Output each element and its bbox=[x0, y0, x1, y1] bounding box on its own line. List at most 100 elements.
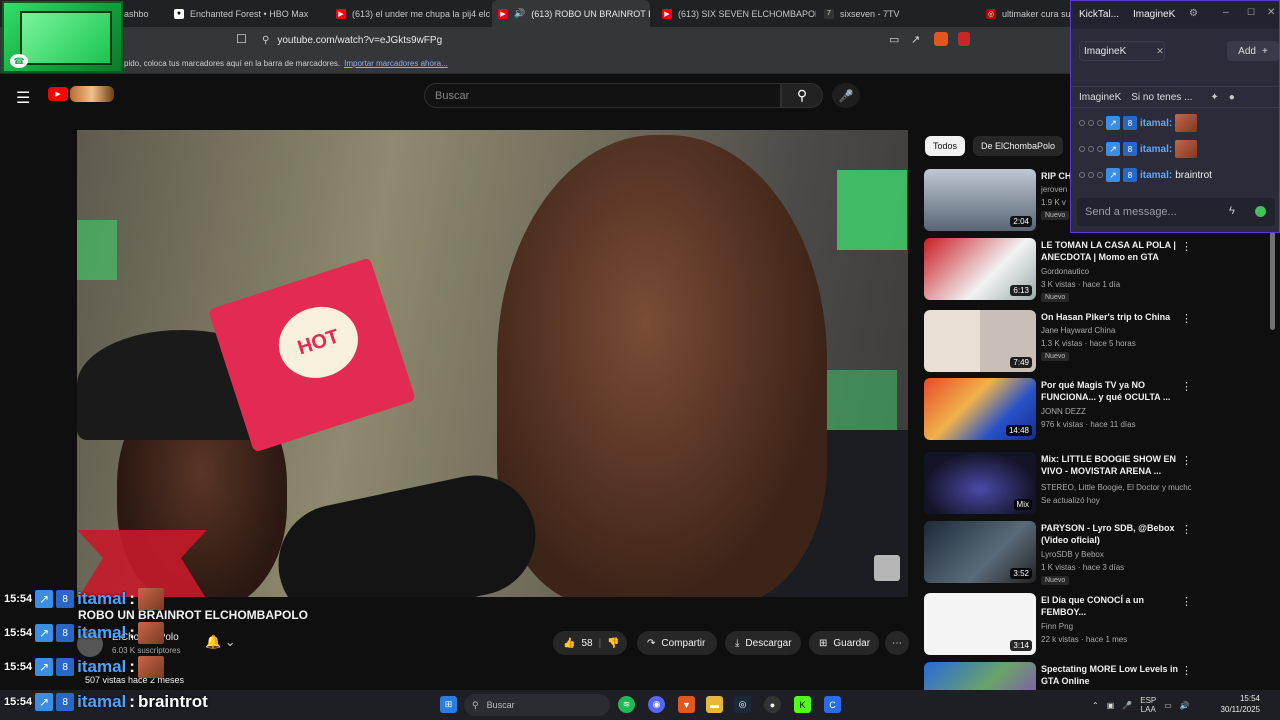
pin-icon[interactable]: ✦ bbox=[1210, 92, 1218, 103]
sub-badge-icon: 8 bbox=[1123, 168, 1137, 182]
windows-start-icon[interactable]: ⊞ bbox=[440, 696, 457, 713]
thumbnail[interactable]: 3:14 bbox=[924, 593, 1036, 655]
chevron-up-icon[interactable]: ⌃ bbox=[1092, 701, 1099, 710]
close-icon[interactable]: ✕ bbox=[1267, 7, 1275, 18]
thumbnail[interactable]: Mix bbox=[924, 452, 1036, 514]
bookmark-icon[interactable]: ☐ bbox=[236, 32, 247, 46]
chip-all[interactable]: Todos bbox=[925, 136, 966, 156]
tab-2[interactable]: ▶ (613) el under me chupa la pij4 elch bbox=[330, 0, 490, 27]
menu-icon[interactable]: ☰ bbox=[16, 88, 30, 108]
timeout-icon[interactable] bbox=[1088, 172, 1094, 178]
thumbnail[interactable] bbox=[924, 662, 1036, 690]
more-options-icon[interactable]: ⋮ bbox=[1181, 664, 1192, 677]
more-options-icon[interactable]: ⋮ bbox=[1181, 454, 1192, 467]
search-input[interactable]: Buscar bbox=[424, 83, 781, 108]
timeout-icon[interactable] bbox=[1088, 146, 1094, 152]
volume-icon[interactable]: 🔊 bbox=[1180, 701, 1190, 710]
timeout-icon[interactable] bbox=[1088, 120, 1094, 126]
tab-3-active[interactable]: ▶🔊(613) ROBO UN BRAINROT E✕ bbox=[492, 0, 650, 27]
taskbar-search[interactable]: ⚲ Buscar bbox=[464, 694, 610, 716]
emote-picker-icon[interactable] bbox=[1255, 206, 1266, 217]
chat-subheader: ImagineK Si no tenes ... ✦ ● bbox=[1071, 86, 1279, 108]
recommendation-item[interactable]: 7:49 On Hasan Piker's trip to China Jane… bbox=[924, 310, 1194, 372]
video-player[interactable]: HOT bbox=[77, 130, 908, 597]
recommendation-item[interactable]: 3:14 El Día que CONOCÍ a un FEMBOY... Fi… bbox=[924, 593, 1194, 655]
folder-icon[interactable]: ▬ bbox=[706, 696, 723, 713]
emote-icon bbox=[137, 656, 164, 678]
tab-5[interactable]: 7 sixseven - 7TV bbox=[818, 0, 978, 27]
thumbnail[interactable]: 2:04 bbox=[924, 169, 1036, 231]
cast-icon[interactable]: ▭ bbox=[889, 33, 899, 46]
ban-icon[interactable] bbox=[1097, 120, 1103, 126]
reply-icon[interactable] bbox=[1079, 172, 1085, 178]
mic-tray-icon[interactable]: 🎤 bbox=[1122, 701, 1132, 710]
thumbnail[interactable]: 7:49 bbox=[924, 310, 1036, 372]
app-icon[interactable]: C bbox=[824, 696, 841, 713]
window-tab[interactable]: KickTal... bbox=[1079, 9, 1119, 20]
tab-0[interactable]: ashbo bbox=[118, 0, 160, 27]
brave-icon[interactable]: ▼ bbox=[678, 696, 695, 713]
brave-shield-icon[interactable] bbox=[934, 32, 948, 46]
account-name[interactable]: ImagineK bbox=[1133, 9, 1175, 20]
thumbnail[interactable]: 14:48 bbox=[924, 378, 1036, 440]
maximize-icon[interactable]: ☐ bbox=[1247, 7, 1255, 18]
7tv-emote-icon[interactable]: ϟ bbox=[1229, 205, 1235, 217]
url-field[interactable]: ⚲ youtube.com/watch?v=eJGkts9wFPg bbox=[256, 30, 976, 50]
save-button[interactable]: ⊞ Guardar bbox=[809, 631, 879, 655]
settings-icon[interactable]: ⚙ bbox=[1189, 8, 1198, 19]
recommendation-item[interactable]: 6:13 LE TOMAN LA CASA AL POLA | ANECDOTA… bbox=[924, 238, 1194, 302]
voice-search-button[interactable]: 🎤 bbox=[832, 83, 860, 108]
site-info-icon[interactable]: ⚲ bbox=[262, 35, 269, 46]
recommendation-item[interactable]: 14:48 Por qué Magis TV ya NO FUNCIONA...… bbox=[924, 378, 1194, 440]
taskbar-clock[interactable]: 15:54 30/11/2025 bbox=[1221, 693, 1260, 715]
tray-app-icon[interactable]: ▣ bbox=[1107, 701, 1115, 710]
rewards-icon[interactable] bbox=[958, 32, 970, 46]
recommendation-item[interactable]: Spectating MORE Low Levels in GTA Online… bbox=[924, 662, 1194, 690]
more-options-icon[interactable]: ⋮ bbox=[1181, 523, 1192, 536]
thumbs-down-icon[interactable]: 👎 bbox=[607, 638, 619, 649]
close-tab-icon[interactable]: ✕ bbox=[1156, 46, 1164, 57]
share-button[interactable]: ↷ Compartir bbox=[637, 631, 717, 655]
thumbnail[interactable]: 6:13 bbox=[924, 238, 1036, 300]
spotify-icon[interactable]: ≋ bbox=[618, 696, 635, 713]
search-button[interactable]: ⚲ bbox=[781, 83, 823, 108]
recommendation-item[interactable]: Mix Mix: LITTLE BOOGIE SHOW EN VIVO - MO… bbox=[924, 452, 1194, 514]
chip-channel[interactable]: De ElChombaPolo bbox=[973, 136, 1064, 156]
discord-icon[interactable]: ◉ bbox=[648, 696, 665, 713]
tab-4[interactable]: ▶(613) SIX SEVEN ELCHOMBAPOLO - bbox=[656, 0, 816, 27]
green-overlay bbox=[837, 170, 907, 250]
minimize-icon[interactable]: – bbox=[1223, 7, 1229, 18]
user-icon[interactable]: ● bbox=[1229, 92, 1235, 103]
tab-1[interactable]: ● Enchanted Forest • HBO Max bbox=[168, 0, 328, 27]
overlay-chat-line: 15:54 ↗ 8 itamal: braintrot bbox=[4, 692, 208, 711]
thumbnail[interactable]: 3:52 bbox=[924, 521, 1036, 583]
like-button[interactable]: 👍 58 | 👎 bbox=[553, 631, 627, 655]
recommendation-item[interactable]: 3:52 PARYSON - Lyro SDB, @Bebox (Video o… bbox=[924, 521, 1194, 585]
save-icon: ⊞ bbox=[819, 637, 828, 649]
obs-icon[interactable]: ● bbox=[764, 696, 781, 713]
steam-icon[interactable]: ◎ bbox=[734, 696, 751, 713]
channel-tab[interactable]: ImagineK ✕ bbox=[1079, 41, 1165, 61]
ban-icon[interactable] bbox=[1097, 172, 1103, 178]
share-page-icon[interactable]: ↗ bbox=[911, 33, 920, 46]
bell-icon[interactable]: 🔔 ⌄ bbox=[205, 634, 236, 650]
tab-6[interactable]: ◎ ultimaker cura sup bbox=[980, 0, 1070, 27]
more-options-icon[interactable]: ⋮ bbox=[1181, 380, 1192, 393]
more-actions-button[interactable]: ⋯ bbox=[885, 631, 909, 655]
add-channel-button[interactable]: Add + bbox=[1227, 41, 1279, 61]
language-indicator[interactable]: ESP LAA bbox=[1140, 696, 1156, 714]
more-options-icon[interactable]: ⋮ bbox=[1181, 240, 1192, 253]
reply-icon[interactable] bbox=[1079, 120, 1085, 126]
chat-message: ↗ 8 itamal: bbox=[1071, 138, 1279, 160]
reply-icon[interactable] bbox=[1079, 146, 1085, 152]
more-options-icon[interactable]: ⋮ bbox=[1181, 312, 1192, 325]
chat-input[interactable]: Send a message... ϟ bbox=[1077, 198, 1275, 226]
more-options-icon[interactable]: ⋮ bbox=[1181, 595, 1192, 608]
youtube-logo[interactable]: ▶ bbox=[48, 87, 68, 101]
import-bookmarks-link[interactable]: Importar marcadores ahora... bbox=[344, 59, 448, 68]
youtube-doodle[interactable] bbox=[70, 86, 114, 102]
monitor-icon[interactable]: ▭ bbox=[1164, 701, 1172, 710]
kick-icon[interactable]: K bbox=[794, 696, 811, 713]
ban-icon[interactable] bbox=[1097, 146, 1103, 152]
download-button[interactable]: ⤓ Descargar bbox=[725, 631, 801, 655]
